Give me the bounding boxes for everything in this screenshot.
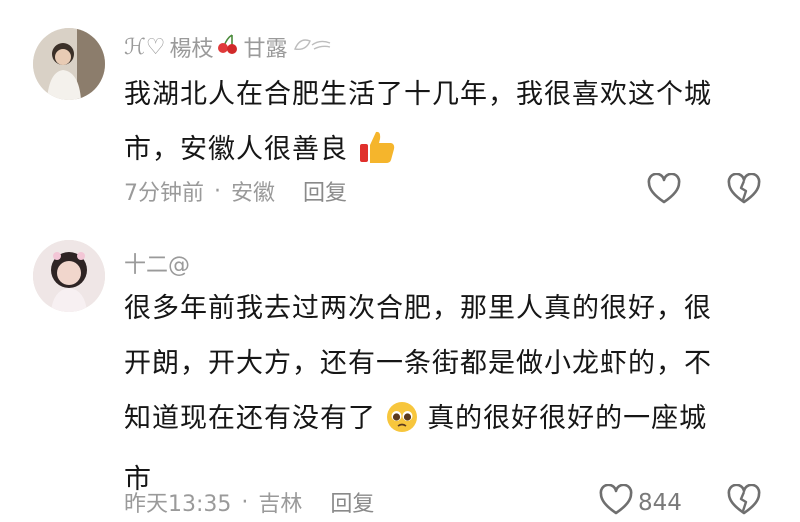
like-button[interactable]: 844 — [598, 483, 682, 522]
username[interactable]: 十二@ — [124, 247, 190, 279]
broken-heart-icon — [726, 172, 762, 211]
separator: · — [214, 178, 221, 204]
heart-outline-icon — [598, 483, 634, 522]
heart-outline-icon — [646, 172, 682, 211]
thumbs-up-emoji — [358, 128, 396, 183]
timestamp: 7分钟前 — [124, 181, 204, 206]
comment-meta: 昨天13:35 · 吉林 回复 — [124, 486, 374, 518]
location: 安徽 — [231, 181, 276, 206]
avatar[interactable] — [33, 240, 105, 312]
reply-button[interactable]: 回复 — [303, 175, 347, 207]
username[interactable]: ℋ♡ 楊枝 甘露 — [124, 31, 332, 63]
comment-1: ℋ♡ 楊枝 甘露 我湖北人在合肥生活了十几年，我很喜欢这个城 市，安徽人很善良 — [0, 0, 800, 220]
separator: · — [241, 489, 249, 515]
comment-meta: 7分钟前 · 安徽 回复 — [124, 175, 347, 207]
comment-2: 十二@ 很多年前我去过两次合肥，那里人真的很好，很 开朗，开大方，还有一条街都是… — [0, 220, 800, 522]
broken-heart-icon — [726, 483, 762, 522]
comment-text-line: 真的很好很好的一座城 — [427, 403, 708, 434]
like-count: 844 — [638, 490, 682, 516]
comment-text-line: 开朗，开大方，还有一条街都是做小龙虾的，不 — [124, 348, 712, 379]
comment-text: 我湖北人在合肥生活了十几年，我很喜欢这个城 市，安徽人很善良 — [124, 67, 784, 183]
comment-text-line: 很多年前我去过两次合肥，那里人真的很好，很 — [124, 293, 712, 324]
location: 吉林 — [258, 492, 303, 517]
like-button[interactable] — [646, 172, 686, 211]
username-part1: 楊枝 — [169, 37, 214, 62]
username-part2: 甘露 — [243, 37, 288, 62]
dislike-button[interactable] — [726, 483, 762, 522]
avatar[interactable] — [33, 28, 105, 100]
comment-text-line: 市，安徽人很善良 — [124, 134, 348, 165]
username-prefix: ℋ♡ — [124, 34, 166, 60]
dislike-button[interactable] — [726, 172, 762, 211]
comment-text: 很多年前我去过两次合肥，那里人真的很好，很 开朗，开大方，还有一条街都是做小龙虾… — [124, 281, 784, 507]
timestamp: 昨天13:35 — [124, 492, 232, 517]
reply-button[interactable]: 回复 — [330, 486, 374, 518]
leaf-icon — [292, 33, 332, 61]
cherries-icon — [217, 33, 239, 61]
pleading-face-emoji — [386, 397, 418, 452]
comment-text-line: 知道现在还有没有了 — [124, 403, 376, 434]
username-text: 十二@ — [124, 253, 191, 278]
comment-text-line: 我湖北人在合肥生活了十几年，我很喜欢这个城 — [124, 79, 712, 110]
